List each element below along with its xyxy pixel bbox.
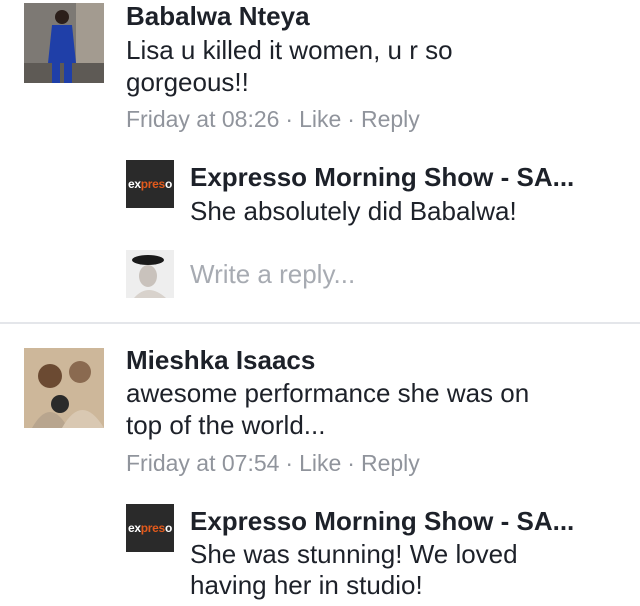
meta-separator: · — [285, 450, 294, 476]
comment-text-line: gorgeous!! — [126, 67, 249, 97]
like-link[interactable]: Like — [299, 450, 341, 476]
comment-meta: Friday at 08:26 · Like · Reply — [126, 105, 420, 133]
current-user-avatar — [126, 250, 174, 298]
comment-author[interactable]: Mieshka Isaacs — [126, 345, 315, 375]
meta-separator: · — [347, 106, 355, 132]
comment-timestamp[interactable]: Friday at 08:26 — [126, 106, 279, 132]
reply-text-line: She absolutely did Babalwa! — [190, 196, 517, 226]
comment-meta: Friday at 07:54 · Like · Reply — [126, 449, 420, 477]
comment-text-line: top of the world... — [126, 410, 326, 440]
reply-text-line: She was stunning! We loved — [190, 539, 518, 569]
reply-link[interactable]: Reply — [361, 450, 420, 476]
logo-text: o — [164, 177, 172, 191]
expresso-logo-icon[interactable]: ex pres o — [126, 160, 174, 208]
write-reply-input[interactable]: Write a reply... — [190, 259, 355, 289]
comment-text-line: awesome performance she was on — [126, 378, 530, 408]
reply-text-line: having her in studio! — [190, 570, 423, 600]
meta-separator: · — [347, 450, 355, 476]
person-photo-icon — [126, 250, 174, 298]
person-photo-icon — [24, 348, 104, 428]
logo-text: o — [164, 521, 172, 535]
meta-separator: · — [285, 106, 294, 132]
like-link[interactable]: Like — [299, 106, 341, 132]
comment-author[interactable]: Babalwa Nteya — [126, 1, 310, 31]
logo-text: pres — [140, 521, 165, 535]
logo-text: pres — [140, 177, 165, 191]
logo-text: ex — [128, 177, 141, 191]
person-photo-icon — [24, 3, 104, 83]
reply-author[interactable]: Expresso Morning Show - SA... — [190, 506, 574, 536]
avatar[interactable] — [24, 3, 104, 83]
comment-timestamp[interactable]: Friday at 07:54 — [126, 450, 279, 476]
reply-link[interactable]: Reply — [361, 106, 420, 132]
comment-divider — [0, 322, 640, 324]
avatar[interactable] — [24, 348, 104, 428]
reply-author[interactable]: Expresso Morning Show - SA... — [190, 162, 574, 192]
comment-text-line: Lisa u killed it women, u r so — [126, 35, 453, 65]
logo-text: ex — [128, 521, 141, 535]
expresso-logo-icon[interactable]: ex pres o — [126, 504, 174, 552]
